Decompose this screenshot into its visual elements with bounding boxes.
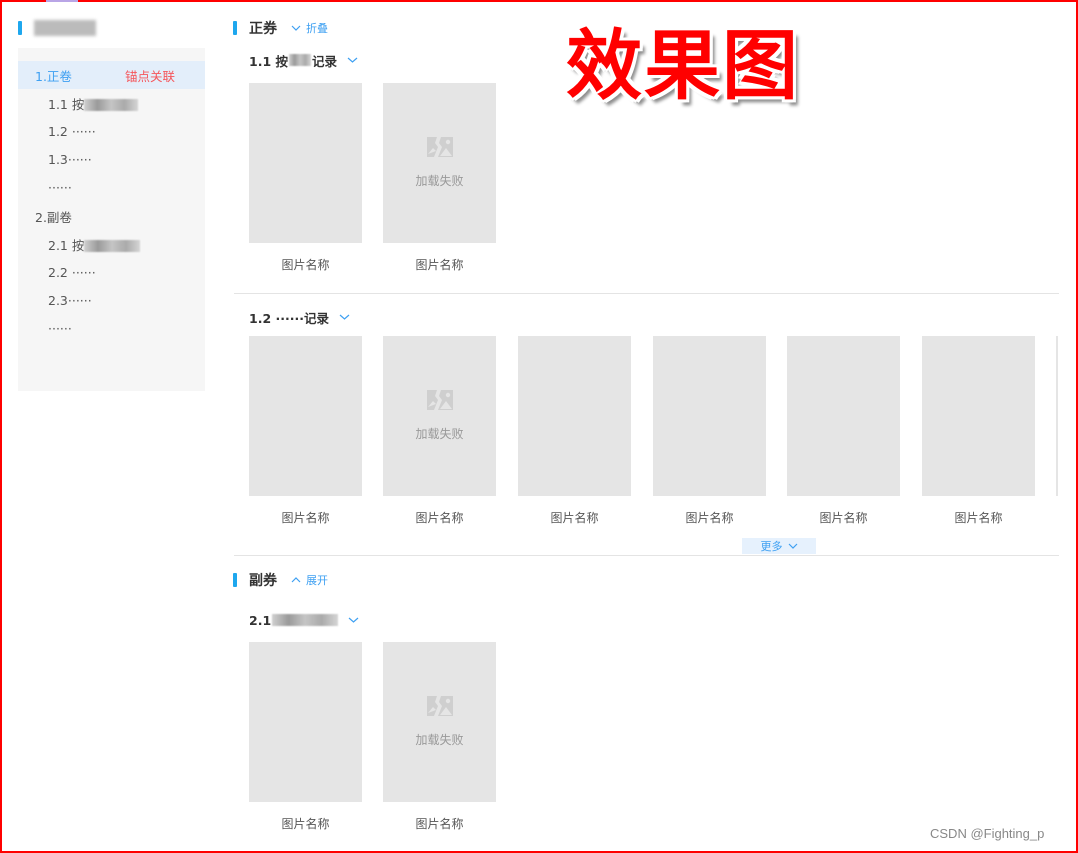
image-placeholder (249, 83, 362, 243)
image-card-failed[interactable]: 加载失败 图片名称 (383, 642, 496, 832)
image-card[interactable]: 图片名称 (249, 83, 362, 273)
sidebar-item-sub-volume[interactable]: 2.副卷 (18, 202, 205, 230)
image-card[interactable]: 图片名称 (249, 336, 362, 526)
image-card[interactable]: 图片名称 (518, 336, 631, 526)
section-title: 正券 (249, 21, 277, 37)
sidebar-item-2-3[interactable]: 2.3······ (18, 286, 205, 314)
toggle-label: 折叠 (306, 22, 328, 35)
section-accent-bar (233, 21, 237, 35)
image-placeholder (787, 336, 900, 496)
sidebar-anchor-nav: 1.正卷 锚点关联 1.1 按 1.2 ······ 1.3······ ···… (18, 48, 205, 391)
more-button[interactable]: 更多 (742, 538, 816, 554)
group-header-2-1: 2.1 (249, 611, 359, 629)
blurred-text (84, 240, 141, 252)
group-expand-toggle[interactable] (348, 617, 359, 623)
image-card-failed[interactable]: 加载失败 图片名称 (383, 83, 496, 273)
image-placeholder: 加载失败 (383, 642, 496, 802)
top-accent-line (46, 0, 78, 2)
sidebar-item-label: 1.2 ······ (48, 123, 96, 139)
image-placeholder (518, 336, 631, 496)
sidebar-item-1-more[interactable]: ······ (18, 173, 205, 201)
sidebar-item-label: ······ (48, 320, 72, 336)
load-failed-text: 加载失败 (415, 732, 464, 747)
watermark: CSDN @Fighting_p (930, 826, 1045, 841)
group-divider (234, 293, 1059, 294)
image-name: 图片名称 (685, 511, 734, 525)
sidebar-title-text-blurred (34, 20, 96, 36)
image-name: 图片名称 (415, 817, 464, 831)
sidebar-item-2-2[interactable]: 2.2 ······ (18, 258, 205, 286)
section-accent-bar (233, 573, 237, 587)
sidebar-item-label: 2.副卷 (35, 209, 72, 225)
image-name: 图片名称 (281, 258, 330, 272)
image-card-partial (1056, 336, 1058, 496)
image-placeholder (249, 336, 362, 496)
image-name: 图片名称 (415, 511, 464, 525)
sidebar-item-1-1[interactable]: 1.1 按 (18, 89, 205, 117)
image-placeholder: 加载失败 (383, 83, 496, 243)
sidebar-item-label: 1.3······ (48, 151, 92, 167)
blurred-text (84, 99, 139, 111)
effect-preview-label: 效果图 (566, 21, 800, 110)
image-name: 图片名称 (281, 817, 330, 831)
sidebar-item-1-3[interactable]: 1.3······ (18, 145, 205, 173)
sidebar-item-label: 2.3······ (48, 292, 92, 308)
sidebar-item-label: 2.2 ······ (48, 264, 96, 280)
blurred-text (272, 614, 339, 626)
collapse-toggle[interactable]: 折叠 (291, 20, 328, 36)
sidebar-item-label: ······ (48, 179, 72, 195)
anchor-link-tag: 锚点关联 (125, 68, 176, 84)
group-title-end: 记录 (312, 53, 338, 69)
image-card[interactable]: 图片名称 (249, 642, 362, 832)
chevron-down-icon (347, 57, 358, 63)
sidebar-item-2-1[interactable]: 2.1 按 (18, 230, 205, 258)
group-expand-toggle[interactable] (347, 57, 358, 63)
section-header-sub: 副券 展开 (233, 571, 328, 589)
blurred-text (289, 54, 311, 66)
image-card[interactable]: 图片名称 (787, 336, 900, 526)
title-accent-bar (18, 21, 22, 35)
sidebar-item-label: 1.1 按 (48, 94, 139, 113)
group-expand-toggle[interactable] (339, 314, 350, 320)
broken-image-icon (426, 136, 453, 157)
expand-toggle[interactable]: 展开 (291, 572, 328, 588)
group-header-1-2: 1.2 ······记录 (249, 308, 350, 326)
chevron-down-icon (339, 314, 350, 320)
toggle-label: 展开 (306, 574, 328, 587)
group-title: 1.2 ······记录 (249, 310, 329, 326)
image-name: 图片名称 (954, 511, 1003, 525)
section-title: 副券 (249, 573, 277, 589)
image-name: 图片名称 (281, 511, 330, 525)
image-card-failed[interactable]: 加载失败 图片名称 (383, 336, 496, 526)
broken-image-icon (426, 389, 453, 410)
section-divider (234, 555, 1059, 556)
chevron-down-icon (291, 25, 301, 31)
sidebar-title (18, 19, 96, 37)
group-header-1-1: 1.1 按 记录 (249, 51, 358, 69)
sidebar-item-2-more[interactable]: ······ (18, 314, 205, 342)
broken-image-icon (426, 695, 453, 716)
group-title: 1.1 按 (249, 53, 288, 69)
sidebar-item-main-volume[interactable]: 1.正卷 锚点关联 (18, 61, 205, 89)
image-placeholder (249, 642, 362, 802)
chevron-up-icon (291, 577, 301, 583)
chevron-down-icon (348, 617, 359, 623)
sidebar-item-1-2[interactable]: 1.2 ······ (18, 117, 205, 145)
more-label: 更多 (760, 540, 783, 553)
image-card[interactable]: 图片名称 (922, 336, 1035, 526)
image-name: 图片名称 (550, 511, 599, 525)
chevron-down-icon (788, 543, 797, 549)
image-placeholder: 加载失败 (383, 336, 496, 496)
image-placeholder (653, 336, 766, 496)
section-header-main: 正券 折叠 (233, 19, 328, 37)
image-placeholder (922, 336, 1035, 496)
load-failed-text: 加载失败 (415, 173, 464, 188)
group-title: 2.1 (249, 612, 272, 628)
image-card[interactable]: 图片名称 (653, 336, 766, 526)
image-name: 图片名称 (415, 258, 464, 272)
image-name: 图片名称 (819, 511, 868, 525)
sidebar-item-label: 2.1 按 (48, 235, 141, 254)
sidebar-item-label: 1.正卷 (35, 68, 72, 84)
load-failed-text: 加载失败 (415, 426, 464, 441)
